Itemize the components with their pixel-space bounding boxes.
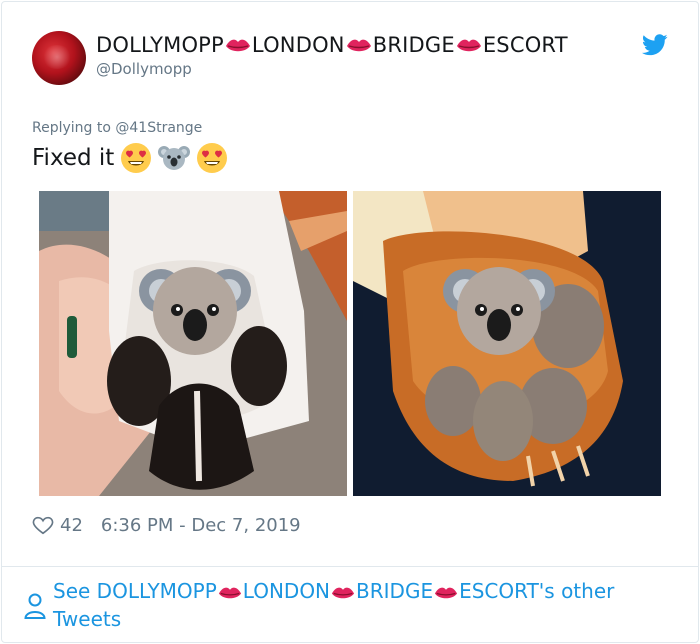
- display-name-part: DOLLYMOPP: [96, 33, 224, 57]
- kiss-mark-icon: [218, 587, 241, 598]
- heart-eyes-emoji: [121, 143, 152, 173]
- display-name-part: ESCORT: [482, 33, 568, 57]
- avatar[interactable]: [32, 31, 86, 85]
- display-name-part: BRIDGE: [372, 33, 455, 57]
- kiss-mark-icon: [225, 39, 250, 51]
- divider: [1, 566, 699, 567]
- display-name-part: LONDON: [251, 33, 345, 57]
- heart-outline-icon[interactable]: [32, 514, 54, 536]
- footer-name-part: DOLLYMOPP: [96, 579, 217, 603]
- heart-eyes-emoji: [197, 143, 228, 173]
- cat-paw-photo: [353, 191, 661, 496]
- dog-paw-photo: [39, 191, 347, 496]
- kiss-mark-icon: [331, 587, 355, 598]
- display-name[interactable]: DOLLYMOPP LONDON BRIDGE ESCORT: [96, 33, 568, 57]
- tweet-stats: 42 6:36 PM - Dec 7, 2019: [32, 514, 301, 536]
- like-count[interactable]: 42: [60, 515, 83, 536]
- tweet-photo-left[interactable]: [39, 191, 347, 496]
- tweet-photo-right[interactable]: [353, 191, 661, 496]
- tweet-timestamp[interactable]: 6:36 PM - Dec 7, 2019: [101, 515, 301, 536]
- koala-emoji: [158, 146, 191, 170]
- kiss-mark-icon: [435, 587, 458, 598]
- twitter-bird-icon[interactable]: [642, 34, 668, 56]
- footer-name-part: LONDON: [242, 579, 331, 603]
- footer-name-part: BRIDGE: [356, 579, 434, 603]
- tweet-text: Fixed it: [32, 142, 228, 174]
- user-handle[interactable]: @Dollymopp: [96, 60, 192, 78]
- tweet-text-content: Fixed it: [32, 145, 115, 171]
- kiss-mark-icon: [456, 39, 481, 51]
- footer-name-part: ESCORT: [459, 579, 539, 603]
- person-icon: [24, 593, 46, 619]
- replying-to[interactable]: Replying to @41Strange: [32, 120, 202, 136]
- footer-prefix: See: [53, 579, 97, 603]
- kiss-mark-icon: [346, 39, 371, 51]
- see-other-tweets-link[interactable]: See DOLLYMOPP LONDON BRIDGE ESCORT's other …: [53, 577, 653, 633]
